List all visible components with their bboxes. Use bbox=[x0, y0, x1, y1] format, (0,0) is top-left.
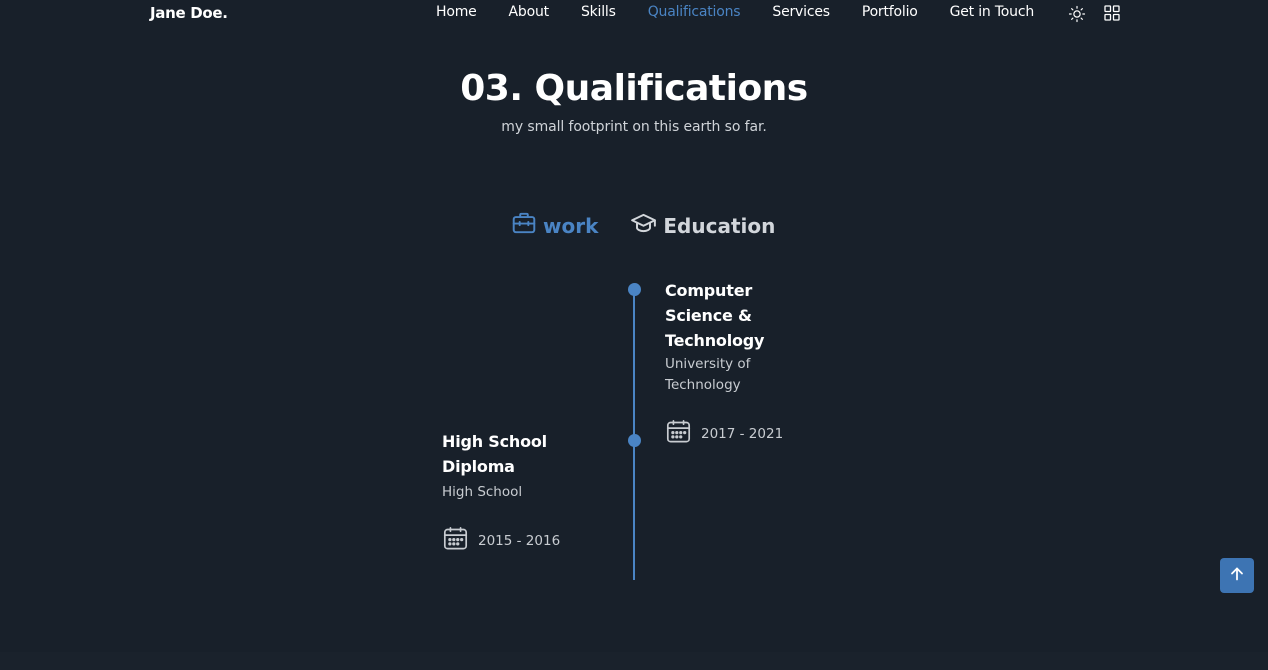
nav-item-about[interactable]: About bbox=[509, 4, 550, 20]
calendar-icon bbox=[665, 418, 701, 449]
qualification-date-text: 2017 - 2021 bbox=[701, 425, 784, 442]
scroll-to-top-button[interactable] bbox=[1220, 558, 1254, 593]
brand-logo[interactable]: Jane Doe. bbox=[150, 4, 228, 22]
briefcase-icon bbox=[511, 210, 543, 241]
qualification-subtitle: University of Technology bbox=[665, 356, 751, 393]
qualification-date-text: 2015 - 2016 bbox=[478, 532, 561, 549]
tab-education[interactable]: Education bbox=[630, 210, 775, 241]
qualification-date: 2015 - 2016 bbox=[442, 525, 602, 556]
nav-item-home[interactable]: Home bbox=[436, 4, 477, 20]
qualification-title: High School Diploma bbox=[442, 432, 547, 476]
qualification-tabs: work Education bbox=[511, 210, 807, 241]
nav-item-skills[interactable]: Skills bbox=[581, 4, 616, 20]
tab-work-label: work bbox=[543, 213, 599, 238]
qualification-subtitle: High School bbox=[442, 484, 523, 500]
qualification-item: High School Diploma High School 2015 - 2… bbox=[442, 429, 602, 556]
header-bar: Jane Doe. Home About Skills Qualificatio… bbox=[0, 0, 1268, 30]
section-subtitle: my small footprint on this earth so far. bbox=[501, 119, 767, 135]
qualification-title: Computer Science & Technology bbox=[665, 281, 765, 350]
nav-item-services[interactable]: Services bbox=[772, 4, 830, 20]
qualification-item: Computer Science & Technology University… bbox=[665, 278, 825, 449]
calendar-icon bbox=[442, 525, 478, 556]
timeline-dot bbox=[627, 283, 641, 296]
nav-item-qualifications[interactable]: Qualifications bbox=[648, 4, 741, 20]
main-nav: Home About Skills Qualifications Service… bbox=[436, 4, 1066, 20]
nav-item-portfolio[interactable]: Portfolio bbox=[862, 4, 918, 20]
graduation-cap-icon bbox=[630, 210, 663, 241]
tab-education-label: Education bbox=[663, 213, 776, 238]
nav-item-get-in-touch[interactable]: Get in Touch bbox=[950, 4, 1035, 20]
grid-menu-icon[interactable] bbox=[1104, 5, 1120, 23]
arrow-up-icon bbox=[1229, 566, 1245, 586]
section-title: 03. Qualifications bbox=[460, 68, 808, 109]
nav-icon-group bbox=[1068, 5, 1120, 23]
tab-work[interactable]: work bbox=[511, 210, 598, 241]
timeline-dot bbox=[627, 434, 641, 447]
qualification-date: 2017 - 2021 bbox=[665, 418, 825, 449]
sun-icon[interactable] bbox=[1068, 5, 1086, 23]
footer-edge bbox=[0, 652, 1268, 670]
